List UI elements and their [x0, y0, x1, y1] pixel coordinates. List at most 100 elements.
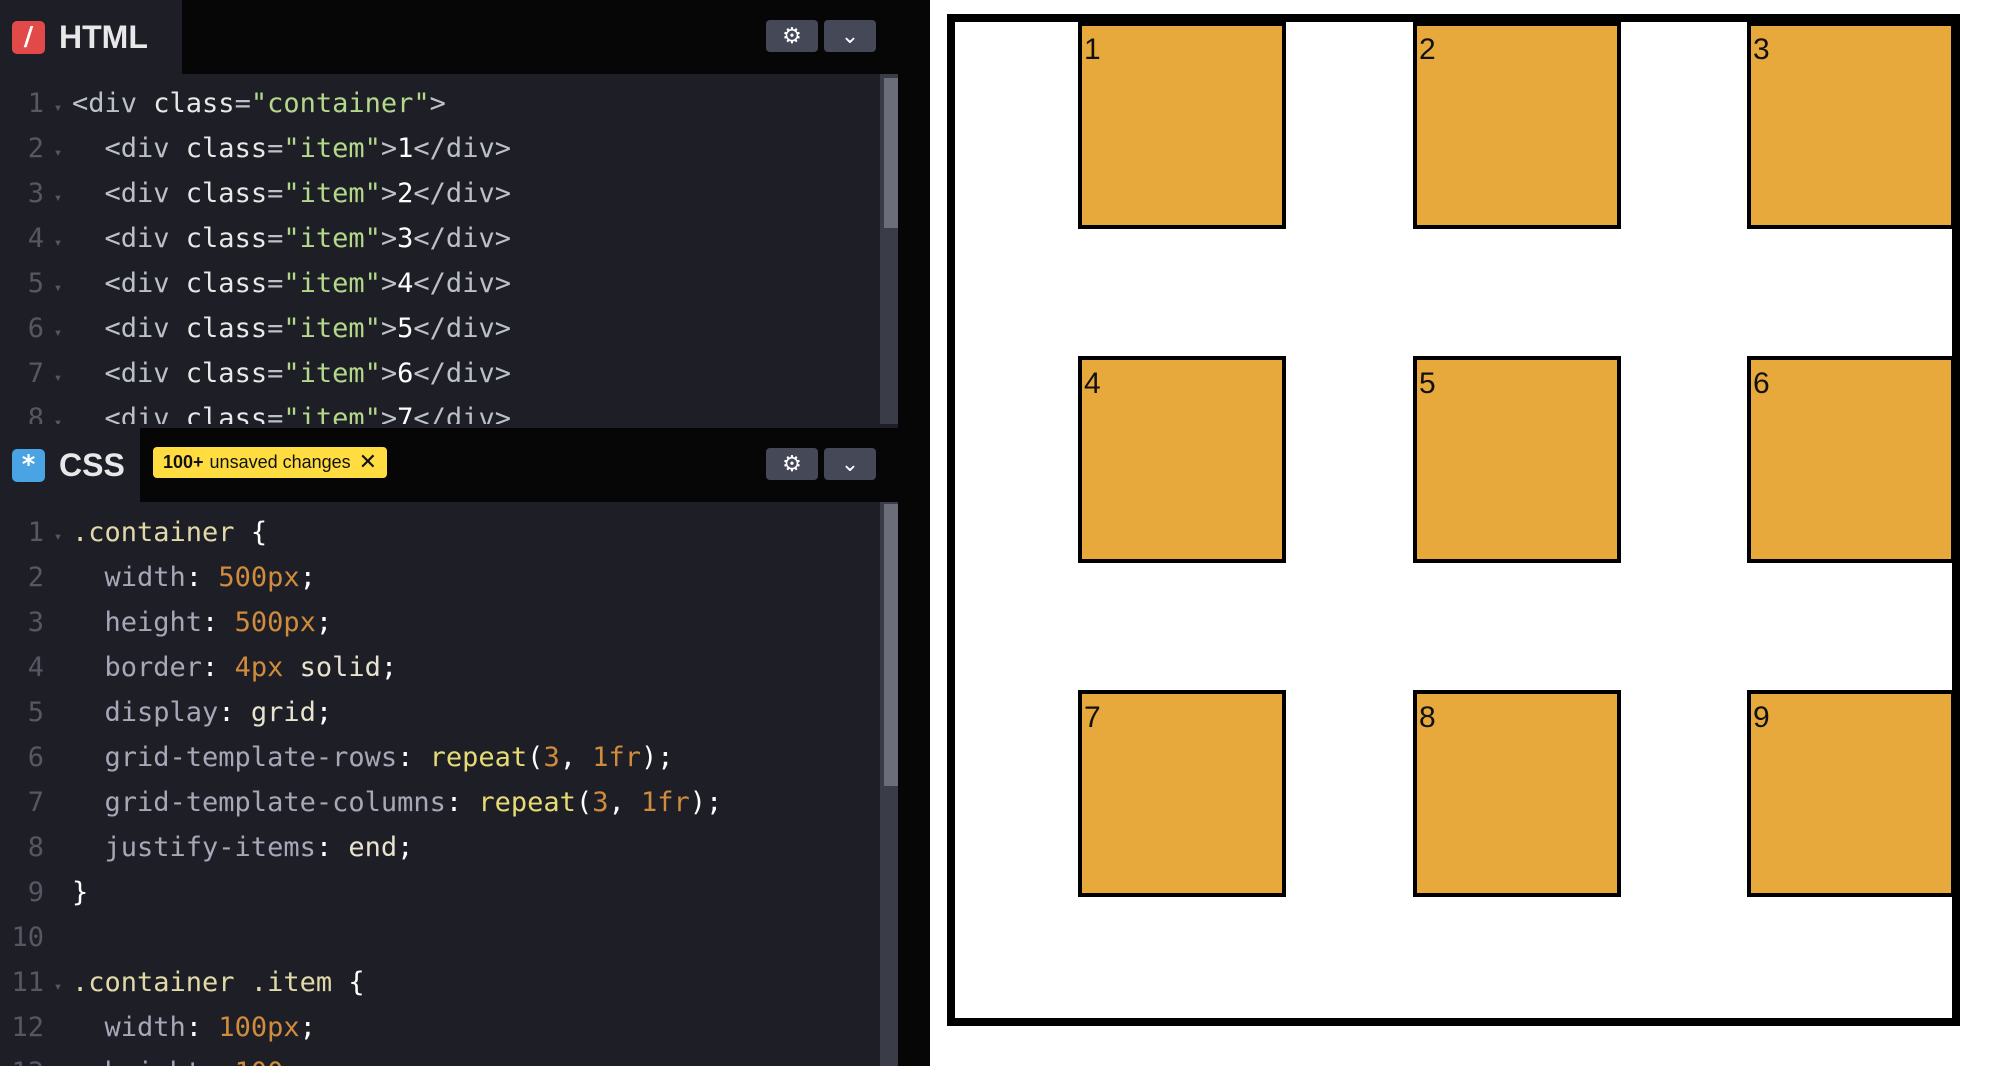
- line-number: 5: [27, 268, 44, 299]
- html-tab[interactable]: / HTML: [0, 0, 182, 74]
- fold-toggle-icon[interactable]: ▾: [44, 515, 72, 560]
- code-line[interactable]: 2 width: 500px;: [0, 555, 316, 600]
- code-line[interactable]: 5 ▾ <div class="item">4</div>: [0, 261, 511, 306]
- grid-item: 2: [1413, 22, 1621, 229]
- code-line[interactable]: 6 ▾ <div class="item">5</div>: [0, 306, 511, 351]
- code-line[interactable]: 3 ▾ <div class="item">2</div>: [0, 171, 511, 216]
- code-text: width: 500px;: [72, 562, 316, 593]
- code-text: <div class="container">: [72, 88, 446, 119]
- line-number: 7: [27, 358, 44, 389]
- html-settings-button[interactable]: ⚙: [766, 20, 818, 52]
- grid-item: 3: [1747, 22, 1955, 229]
- code-line[interactable]: 4 ▾ <div class="item">3</div>: [0, 216, 511, 261]
- css-settings-button[interactable]: ⚙: [766, 448, 818, 480]
- fold-toggle-icon[interactable]: ▾: [44, 86, 72, 131]
- line-number: 4: [27, 223, 44, 254]
- fold-toggle-icon[interactable]: ▾: [44, 311, 72, 356]
- code-text: grid-template-columns: repeat(3, 1fr);: [72, 787, 723, 818]
- fold-toggle-icon[interactable]: ▾: [44, 401, 72, 424]
- line-number: 5: [27, 697, 44, 728]
- code-line[interactable]: 10: [0, 915, 72, 960]
- gear-icon: ⚙: [782, 451, 802, 477]
- close-icon[interactable]: ✕: [359, 450, 377, 475]
- code-line[interactable]: 1 ▾ .container {: [0, 510, 267, 555]
- fold-toggle-icon[interactable]: ▾: [44, 266, 72, 311]
- fold-toggle-icon[interactable]: ▾: [44, 965, 72, 1010]
- code-line[interactable]: 11 ▾ .container .item {: [0, 960, 364, 1005]
- css-tab[interactable]: * CSS: [0, 428, 140, 502]
- code-text: display: grid;: [72, 697, 333, 728]
- fold-toggle-icon[interactable]: ▾: [44, 176, 72, 221]
- code-text: <div class="item">1</div>: [72, 133, 511, 164]
- line-number: 8: [27, 403, 44, 424]
- css-code-editor[interactable]: 13 height: 100px;12 width: 100px;11▾.con…: [0, 502, 898, 1066]
- code-text: width: 100px;: [72, 1012, 316, 1043]
- code-text: }: [72, 877, 89, 908]
- unsaved-label: unsaved changes: [209, 452, 351, 472]
- code-text: height: 100px;: [72, 1050, 333, 1066]
- chevron-down-icon: ⌄: [840, 23, 860, 49]
- line-number: 10: [11, 922, 44, 953]
- grid-item: 6: [1747, 356, 1955, 563]
- code-text: border: 4px solid;: [72, 652, 398, 683]
- line-number: 6: [27, 742, 44, 773]
- line-number: 3: [27, 178, 44, 209]
- css-asterisk-icon: *: [12, 448, 45, 482]
- grid-item: 8: [1413, 690, 1621, 897]
- css-collapse-button[interactable]: ⌄: [824, 448, 876, 480]
- code-line[interactable]: 8 justify-items: end;: [0, 825, 414, 870]
- code-text: <div class="item">5</div>: [72, 313, 511, 344]
- fold-toggle-icon[interactable]: ▾: [44, 131, 72, 176]
- css-scroll-thumb[interactable]: [884, 504, 898, 786]
- line-number: 3: [27, 607, 44, 638]
- code-text: <div class="item">3</div>: [72, 223, 511, 254]
- line-number: 6: [27, 313, 44, 344]
- unsaved-changes-badge[interactable]: 100+ unsaved changes ✕: [153, 447, 388, 478]
- code-line[interactable]: 7 ▾ <div class="item">6</div>: [0, 351, 511, 396]
- unsaved-count: 100+: [163, 452, 204, 472]
- grid-item: 1: [1078, 22, 1286, 229]
- grid-item: 4: [1078, 356, 1286, 563]
- code-line[interactable]: 8 ▾ <div class="item">7</div>: [0, 396, 511, 424]
- pane-resize-divider[interactable]: [898, 0, 930, 1066]
- html-scroll-thumb[interactable]: [884, 78, 898, 228]
- gear-icon: ⚙: [782, 23, 802, 49]
- html-code-editor[interactable]: 8 ▾ <div class="item">7</div> 7 ▾ <div clas…: [0, 74, 898, 424]
- grid-item: 9: [1747, 690, 1955, 897]
- css-editor-scrollbar[interactable]: [880, 502, 898, 1066]
- html-collapse-button[interactable]: ⌄: [824, 20, 876, 52]
- code-line[interactable]: 12 width: 100px;: [0, 1005, 316, 1050]
- code-text: <div class="item">6</div>: [72, 358, 511, 389]
- code-line[interactable]: 1 ▾ <div class="container">: [0, 81, 446, 126]
- line-number: 1: [27, 517, 44, 548]
- code-line[interactable]: 4 border: 4px solid;: [0, 645, 397, 690]
- code-text: height: 500px;: [72, 607, 333, 638]
- code-line[interactable]: 7 grid-template-columns: repeat(3, 1fr);: [0, 780, 723, 825]
- fold-toggle-icon[interactable]: ▾: [44, 221, 72, 266]
- line-number: 13: [0, 1050, 44, 1066]
- html-editor-scrollbar[interactable]: [880, 74, 898, 424]
- html-slash-icon: /: [12, 20, 45, 54]
- chevron-down-icon: ⌄: [840, 451, 860, 477]
- code-text: <div class="item">2</div>: [72, 178, 511, 209]
- code-line[interactable]: 13 height: 100px;: [0, 1050, 332, 1066]
- code-text: justify-items: end;: [72, 832, 414, 863]
- code-line[interactable]: 9}: [0, 870, 89, 915]
- code-text: <div class="item">4</div>: [72, 268, 511, 299]
- line-number: 8: [27, 832, 44, 863]
- code-text: .container {: [72, 517, 268, 548]
- line-number: 2: [27, 562, 44, 593]
- code-line[interactable]: 6 grid-template-rows: repeat(3, 1fr);: [0, 735, 674, 780]
- code-text: <div class="item">7</div>: [72, 403, 511, 424]
- line-number: 4: [27, 652, 44, 683]
- line-number: 7: [27, 787, 44, 818]
- css-panel-title: CSS: [59, 446, 125, 483]
- code-line[interactable]: 2 ▾ <div class="item">1</div>: [0, 126, 511, 171]
- css-panel-header: * CSS ⚙ ⌄: [0, 428, 898, 502]
- code-line[interactable]: 5 display: grid;: [0, 690, 332, 735]
- line-number: 11: [11, 967, 44, 998]
- code-text: grid-template-rows: repeat(3, 1fr);: [72, 742, 674, 773]
- fold-toggle-icon[interactable]: ▾: [44, 356, 72, 401]
- line-number: 12: [11, 1012, 44, 1043]
- code-line[interactable]: 3 height: 500px;: [0, 600, 332, 645]
